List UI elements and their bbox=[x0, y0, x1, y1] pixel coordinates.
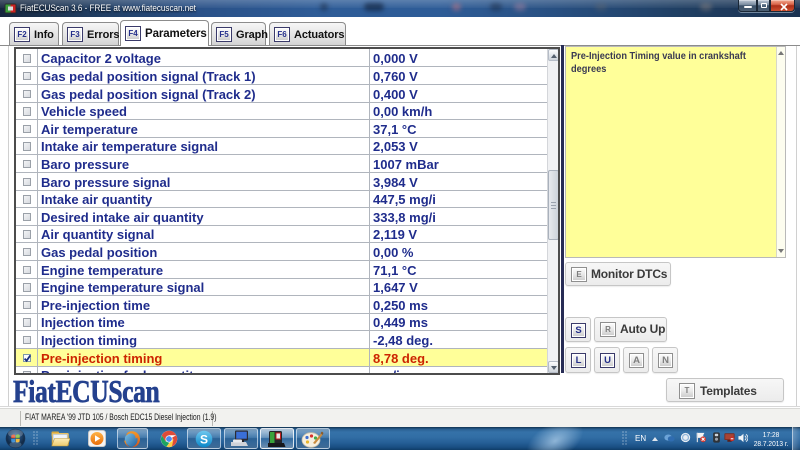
svg-text:S: S bbox=[200, 433, 208, 447]
